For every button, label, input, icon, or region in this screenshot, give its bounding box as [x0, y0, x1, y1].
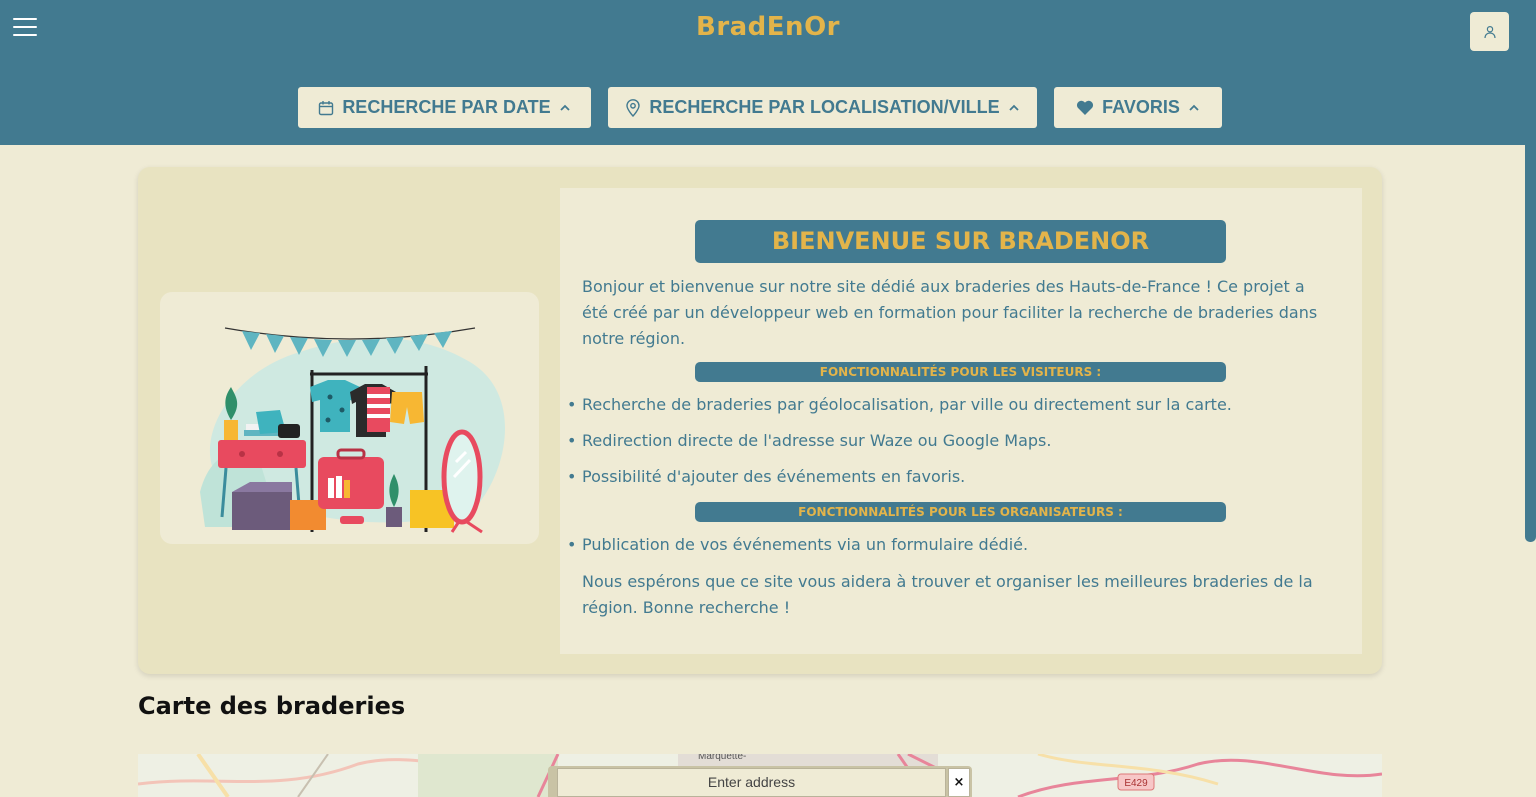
favorites-button[interactable]: FAVORIS — [1054, 87, 1222, 128]
chevron-up-icon — [560, 104, 570, 111]
welcome-title: BIENVENUE SUR BRADENOR — [695, 220, 1226, 263]
list-item: • Possibilité d'ajouter des événements en… — [567, 467, 966, 486]
organizers-features-title: FONCTIONNALITÉS POUR LES ORGANISATEURS : — [695, 502, 1226, 522]
close-icon[interactable]: × — [948, 768, 970, 797]
flea-market-illustration — [160, 292, 539, 544]
date-search-button[interactable]: RECHERCHE PAR DATE — [298, 87, 591, 128]
map-place-label: Marquette- — [698, 754, 746, 762]
location-search-label: RECHERCHE PAR LOCALISATION/VILLE — [649, 97, 1000, 117]
list-item: • Recherche de braderies par géolocalisat… — [567, 395, 1232, 414]
map-section-title: Carte des braderies — [138, 692, 406, 720]
list-item: • Redirection directe de l'adresse sur Wa… — [567, 431, 1052, 450]
welcome-text-panel: BIENVENUE SUR BRADENOR Bonjour et bienve… — [560, 188, 1362, 654]
location-search-button[interactable]: RECHERCHE PAR LOCALISATION/VILLE — [608, 87, 1037, 128]
user-icon — [1483, 25, 1496, 38]
page-scrollbar[interactable] — [1525, 145, 1536, 542]
heart-icon — [1077, 100, 1094, 115]
calendar-icon — [319, 100, 334, 115]
location-pin-icon — [626, 98, 641, 117]
site-brand[interactable]: BradEnOr — [0, 12, 1536, 42]
user-account-button[interactable] — [1470, 12, 1509, 51]
intro-paragraph: Bonjour et bienvenue sur notre site dédi… — [582, 277, 1318, 348]
date-search-label: RECHERCHE PAR DATE — [342, 97, 551, 117]
welcome-card: BIENVENUE SUR BRADENOR Bonjour et bienve… — [138, 167, 1382, 674]
top-header: BradEnOr RECHERCHE PAR DATE RECHERCHE PA… — [0, 0, 1536, 145]
chevron-up-icon — [1009, 104, 1019, 111]
favorites-label: FAVORIS — [1102, 97, 1180, 117]
visitors-features-title: FONCTIONNALITÉS POUR LES VISITEURS : — [695, 362, 1226, 382]
chevron-up-icon — [1189, 104, 1199, 111]
closing-paragraph: Nous espérons que ce site vous aidera à … — [582, 572, 1313, 617]
map-road-label: E429 — [1124, 778, 1148, 789]
list-item: • Publication de vos événements via un fo… — [567, 535, 1029, 554]
address-input[interactable]: Enter address — [557, 768, 946, 797]
